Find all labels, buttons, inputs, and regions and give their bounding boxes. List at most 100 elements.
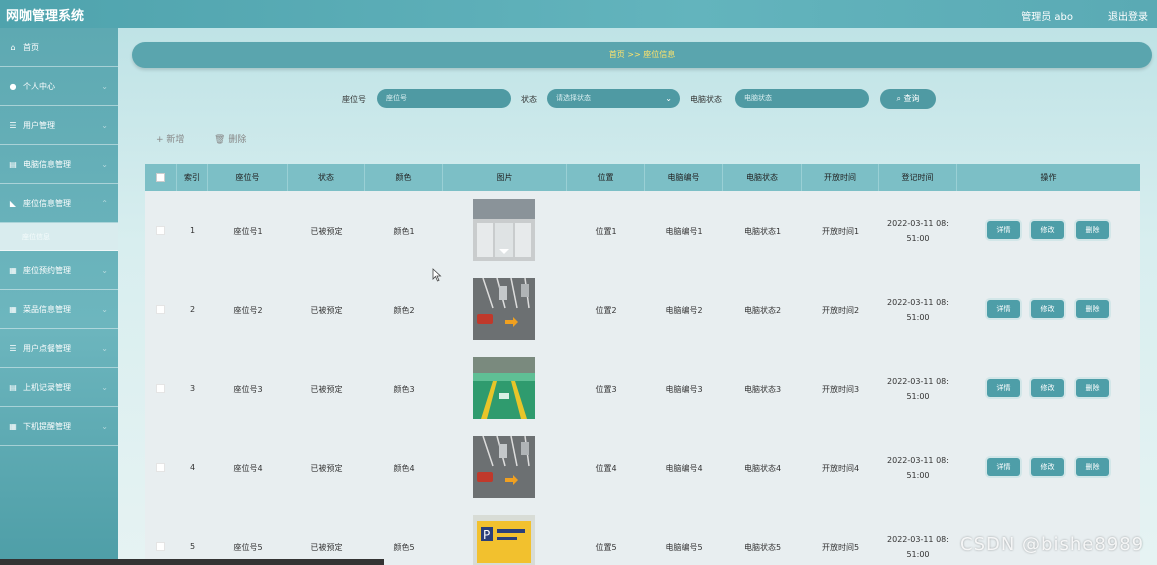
chevron-down-icon: ⌄ [101, 422, 108, 431]
sidebar-item-logins[interactable]: ▤ 上机记录管理 ⌄ [0, 368, 118, 407]
row-checkbox[interactable] [156, 542, 165, 551]
delete-button[interactable]: 删除 [1076, 379, 1109, 397]
edit-button[interactable]: 修改 [1031, 379, 1064, 397]
cell-register-time: 2022-03-11 08: 51:00 [879, 453, 957, 483]
cell-position: 位置2 [595, 306, 617, 315]
cell-pc-status: 电脑状态5 [743, 543, 782, 552]
main-content: 首页 >> 座位信息 座位号 座位号 状态 请选择状态 ⌄ 电脑状态 电脑状态 … [118, 28, 1157, 565]
register-time: 51:00 [906, 234, 930, 243]
cell-pc-number: 电脑编号1 [665, 227, 703, 236]
header-seat: 座位号 [208, 164, 288, 191]
sidebar-item-computers[interactable]: ▤ 电脑信息管理 ⌄ [0, 145, 118, 184]
sidebar-item-label: 上机记录管理 [23, 382, 71, 392]
trash-icon: 🗑 [214, 135, 226, 145]
cell-open-time: 开放时间2 [821, 306, 860, 315]
register-date: 2022-03-11 08: [887, 377, 949, 386]
detail-button[interactable]: 详情 [987, 221, 1020, 239]
add-button[interactable]: + 新增 [156, 132, 184, 145]
header-pc-number: 电脑编号 [645, 164, 723, 191]
sidebar-item-users[interactable]: ☰ 用户管理 ⌄ [0, 106, 118, 145]
cell-pc-status: 电脑状态2 [743, 306, 782, 315]
register-date: 2022-03-11 08: [887, 219, 949, 228]
cell-pc-number: 电脑编号5 [665, 543, 703, 552]
delete-button[interactable]: 删除 [1076, 458, 1109, 476]
seat-input[interactable]: 座位号 [377, 89, 511, 108]
cell-position: 位置1 [595, 227, 617, 236]
cell-color: 颜色5 [393, 543, 415, 552]
header-color: 颜色 [365, 164, 443, 191]
table-header: 索引 座位号 状态 颜色 图片 位置 电脑编号 电脑状态 开放时间 登记时间 操… [145, 164, 1140, 191]
doc-icon: ▤ [9, 159, 17, 169]
sidebar-item-seats[interactable]: ◣ 座位信息管理 ⌃ [0, 184, 118, 223]
sidebar-item-reminders[interactable]: ▦ 下机提醒管理 ⌄ [0, 407, 118, 446]
cell-open-time: 开放时间5 [821, 543, 860, 552]
svg-text:P: P [483, 528, 490, 542]
header-open-time: 开放时间 [802, 164, 879, 191]
header-operations: 操作 [1040, 173, 1057, 182]
edit-button[interactable]: 修改 [1031, 300, 1064, 318]
chevron-down-icon: ⌄ [101, 383, 108, 392]
query-button-label: 查询 [903, 94, 920, 103]
detail-button[interactable]: 详情 [987, 300, 1020, 318]
cell-index: 4 [189, 463, 196, 472]
status-label: 状态 [521, 95, 537, 104]
detail-button[interactable]: 详情 [987, 379, 1020, 397]
register-time: 51:00 [906, 313, 930, 322]
edit-button[interactable]: 修改 [1031, 221, 1064, 239]
select-all-checkbox[interactable] [156, 173, 165, 182]
cell-color: 颜色2 [393, 306, 415, 315]
sidebar-item-label: 下机提醒管理 [23, 421, 71, 431]
row-checkbox[interactable] [156, 305, 165, 314]
search-icon: ⌕ [896, 94, 901, 103]
register-time: 51:00 [906, 550, 930, 559]
list-icon: ☰ [9, 120, 17, 130]
cell-seat: 座位号3 [233, 385, 263, 394]
header-checkbox-cell [145, 164, 177, 191]
query-button[interactable]: ⌕ 查询 [880, 89, 936, 109]
status-select[interactable]: 请选择状态 ⌄ [547, 89, 680, 108]
register-time: 51:00 [906, 471, 930, 480]
sidebar-item-home[interactable]: ⌂ 首页 [0, 28, 118, 67]
detail-button[interactable]: 详情 [987, 458, 1020, 476]
status-bar [0, 559, 384, 565]
sidebar-item-orders[interactable]: ☰ 用户点餐管理 ⌄ [0, 329, 118, 368]
sidebar-subitem-label: 座位信息 [22, 232, 50, 241]
sidebar-item-label: 电脑信息管理 [23, 159, 71, 169]
breadcrumb: 首页 >> 座位信息 [132, 42, 1152, 68]
cell-open-time: 开放时间1 [821, 227, 860, 236]
cell-seat: 座位号1 [233, 227, 263, 236]
sidebar-item-label: 首页 [23, 42, 39, 52]
table-row: 3 座位号3 已被预定 颜色3 位置3 电脑编号3 电脑状态3 开放时间3 20… [145, 349, 1140, 428]
batch-delete-button[interactable]: 🗑 删除 [214, 132, 246, 145]
list-icon: ☰ [9, 343, 17, 353]
pc-status-label: 电脑状态 [690, 95, 722, 104]
row-checkbox[interactable] [156, 463, 165, 472]
row-checkbox[interactable] [156, 226, 165, 235]
seat-image [473, 436, 535, 498]
header-image: 图片 [443, 164, 567, 191]
delete-button[interactable]: 删除 [1076, 221, 1109, 239]
delete-button[interactable]: 删除 [1076, 300, 1109, 318]
register-date: 2022-03-11 08: [887, 298, 949, 307]
table-row: 1 座位号1 已被预定 颜色1 位置1 电脑编号1 电脑状态1 开放时间1 20… [145, 191, 1140, 270]
cell-index: 1 [189, 226, 196, 235]
sidebar-subitem-seat-info[interactable]: 座位信息 [0, 223, 118, 251]
table-row: 4 座位号4 已被预定 颜色4 位置4 电脑编号4 电脑状态4 开放时间4 20… [145, 428, 1140, 507]
logout-link[interactable]: 退出登录 [1108, 8, 1148, 23]
cell-index: 5 [189, 542, 196, 551]
thumb-icon: ◣ [9, 198, 17, 208]
person-icon: ● [9, 81, 17, 91]
chevron-down-icon: ⌄ [101, 160, 108, 169]
pc-status-input[interactable]: 电脑状态 [735, 89, 869, 108]
sidebar: ⌂ 首页 ● 个人中心 ⌄ ☰ 用户管理 ⌄ ▤ 电脑信息管理 ⌄ ◣ 座位信息… [0, 28, 118, 565]
status-select-placeholder: 请选择状态 [556, 94, 591, 102]
sidebar-item-profile[interactable]: ● 个人中心 ⌄ [0, 67, 118, 106]
doc-icon: ▤ [9, 382, 17, 392]
edit-button[interactable]: 修改 [1031, 458, 1064, 476]
cell-register-time: 2022-03-11 08: 51:00 [879, 295, 957, 325]
sidebar-item-reservations[interactable]: ▦ 座位预约管理 ⌄ [0, 251, 118, 290]
watermark: CSDN @bishe8989 [960, 534, 1145, 555]
sidebar-item-dishes[interactable]: ▦ 菜品信息管理 ⌄ [0, 290, 118, 329]
home-icon: ⌂ [10, 42, 16, 52]
row-checkbox[interactable] [156, 384, 165, 393]
